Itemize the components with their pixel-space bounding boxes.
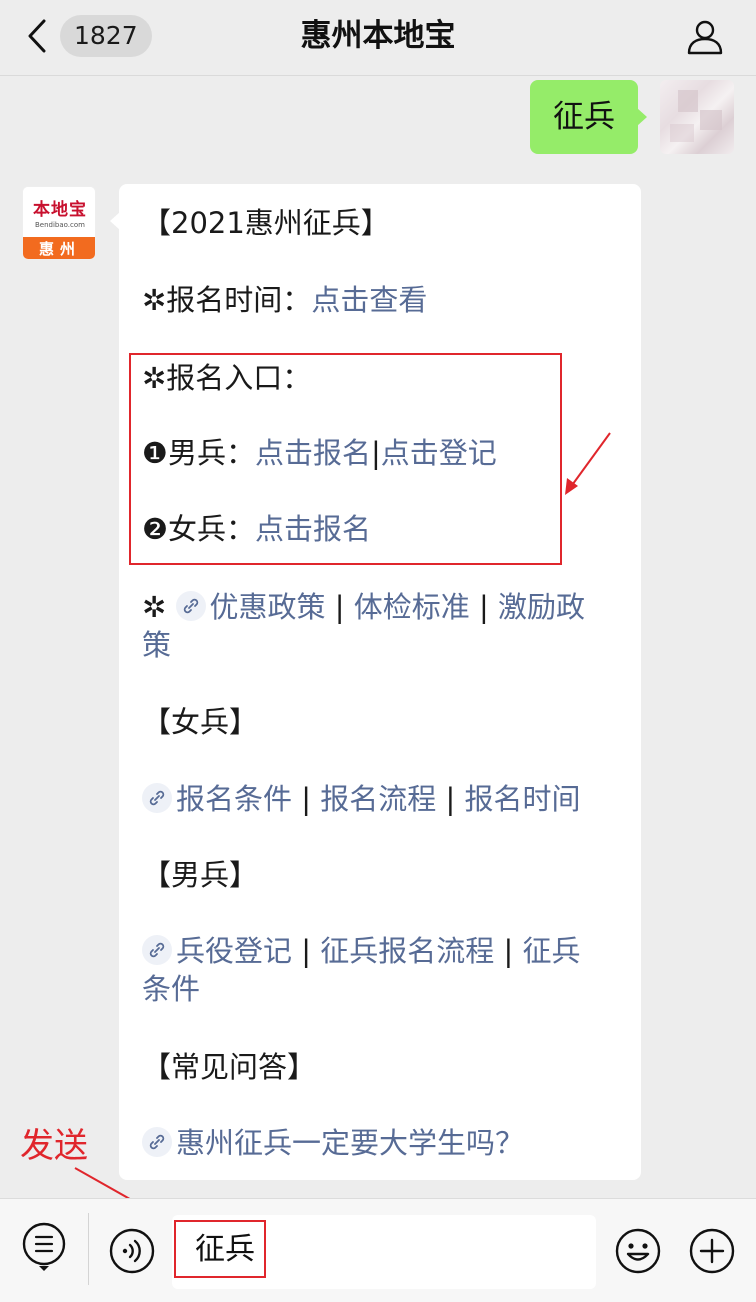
link-icon	[175, 591, 206, 621]
separator: |	[292, 782, 321, 816]
female-links-row: 报名条件 | 报名流程 | 报名时间	[142, 780, 580, 818]
female-process-link[interactable]: 报名流程	[320, 782, 436, 816]
preferential-policy-link[interactable]: 优惠政策	[210, 590, 326, 624]
male-section-heading: 【男兵】	[142, 858, 259, 892]
menu-button[interactable]	[20, 1222, 68, 1271]
registration-time-row: ✲报名时间：点击查看	[142, 281, 427, 319]
registration-time-link[interactable]: 点击查看	[311, 283, 427, 317]
registration-time-label: ✲报名时间：	[142, 283, 312, 317]
female-conditions-link[interactable]: 报名条件	[176, 782, 292, 816]
recruitment-process-link[interactable]: 征兵报名流程	[320, 934, 494, 968]
military-service-registration-link[interactable]: 兵役登记	[176, 934, 292, 968]
physical-exam-standard-link[interactable]: 体检标准	[354, 590, 470, 624]
link-icon	[142, 935, 172, 965]
bar-divider	[88, 1213, 89, 1285]
send-annotation-label: 发送	[20, 1126, 88, 1166]
recruitment-conditions-link-cont[interactable]: 条件	[142, 970, 200, 1008]
policy-prefix: ✲	[142, 590, 167, 624]
female-time-link[interactable]: 报名时间	[464, 782, 580, 816]
more-button[interactable]	[688, 1227, 736, 1275]
separator: |	[494, 934, 523, 968]
link-icon	[142, 783, 172, 813]
back-arrow-icon	[28, 19, 46, 53]
recruitment-conditions-link[interactable]: 征兵	[522, 934, 580, 968]
emoji-icon	[615, 1228, 661, 1274]
menu-list-icon	[22, 1222, 66, 1271]
profile-icon	[687, 20, 723, 55]
faq-section-heading: 【常见问答】	[142, 1050, 317, 1084]
separator: |	[436, 782, 465, 816]
separator: |	[469, 590, 498, 624]
separator: |	[292, 934, 321, 968]
bendibao-logo: 本地宝 Bendibao.com	[23, 187, 95, 237]
city-label: 惠州	[23, 237, 95, 259]
policy-row: ✲ 优惠政策 | 体检标准 | 激励政	[142, 588, 585, 626]
registration-highlight-box	[129, 353, 562, 565]
outgoing-message-bubble[interactable]: 征兵	[530, 80, 638, 154]
outgoing-bubble-tail	[637, 108, 647, 126]
male-links-row: 兵役登记 | 征兵报名流程 | 征兵	[142, 932, 580, 970]
profile-button[interactable]	[684, 16, 726, 58]
faq-row: 惠州征兵一定要大学生吗？	[142, 1124, 524, 1162]
incoming-bubble-tail	[110, 212, 120, 230]
separator: |	[325, 590, 354, 624]
incentive-policy-link-cont[interactable]: 策	[142, 626, 171, 664]
plus-icon	[689, 1228, 735, 1274]
page-title: 惠州本地宝	[300, 18, 456, 54]
user-avatar[interactable]	[660, 80, 734, 154]
faq-link[interactable]: 惠州征兵一定要大学生吗？	[176, 1126, 524, 1160]
emoji-button[interactable]	[614, 1227, 662, 1275]
message-heading: 【2021惠州征兵】	[142, 206, 390, 240]
bot-avatar[interactable]: 本地宝 Bendibao.com 惠州	[22, 186, 96, 260]
voice-icon	[109, 1228, 155, 1274]
back-button[interactable]	[22, 16, 52, 56]
female-section-heading: 【女兵】	[142, 705, 259, 739]
incentive-policy-link[interactable]: 激励政	[498, 590, 585, 624]
input-highlight-box	[174, 1220, 266, 1278]
unread-count-badge[interactable]: 1827	[60, 15, 152, 57]
nav-header: 1827 惠州本地宝	[0, 0, 756, 76]
link-icon	[142, 1127, 172, 1157]
voice-button[interactable]	[108, 1227, 156, 1275]
incoming-message-bubble	[119, 184, 641, 1180]
